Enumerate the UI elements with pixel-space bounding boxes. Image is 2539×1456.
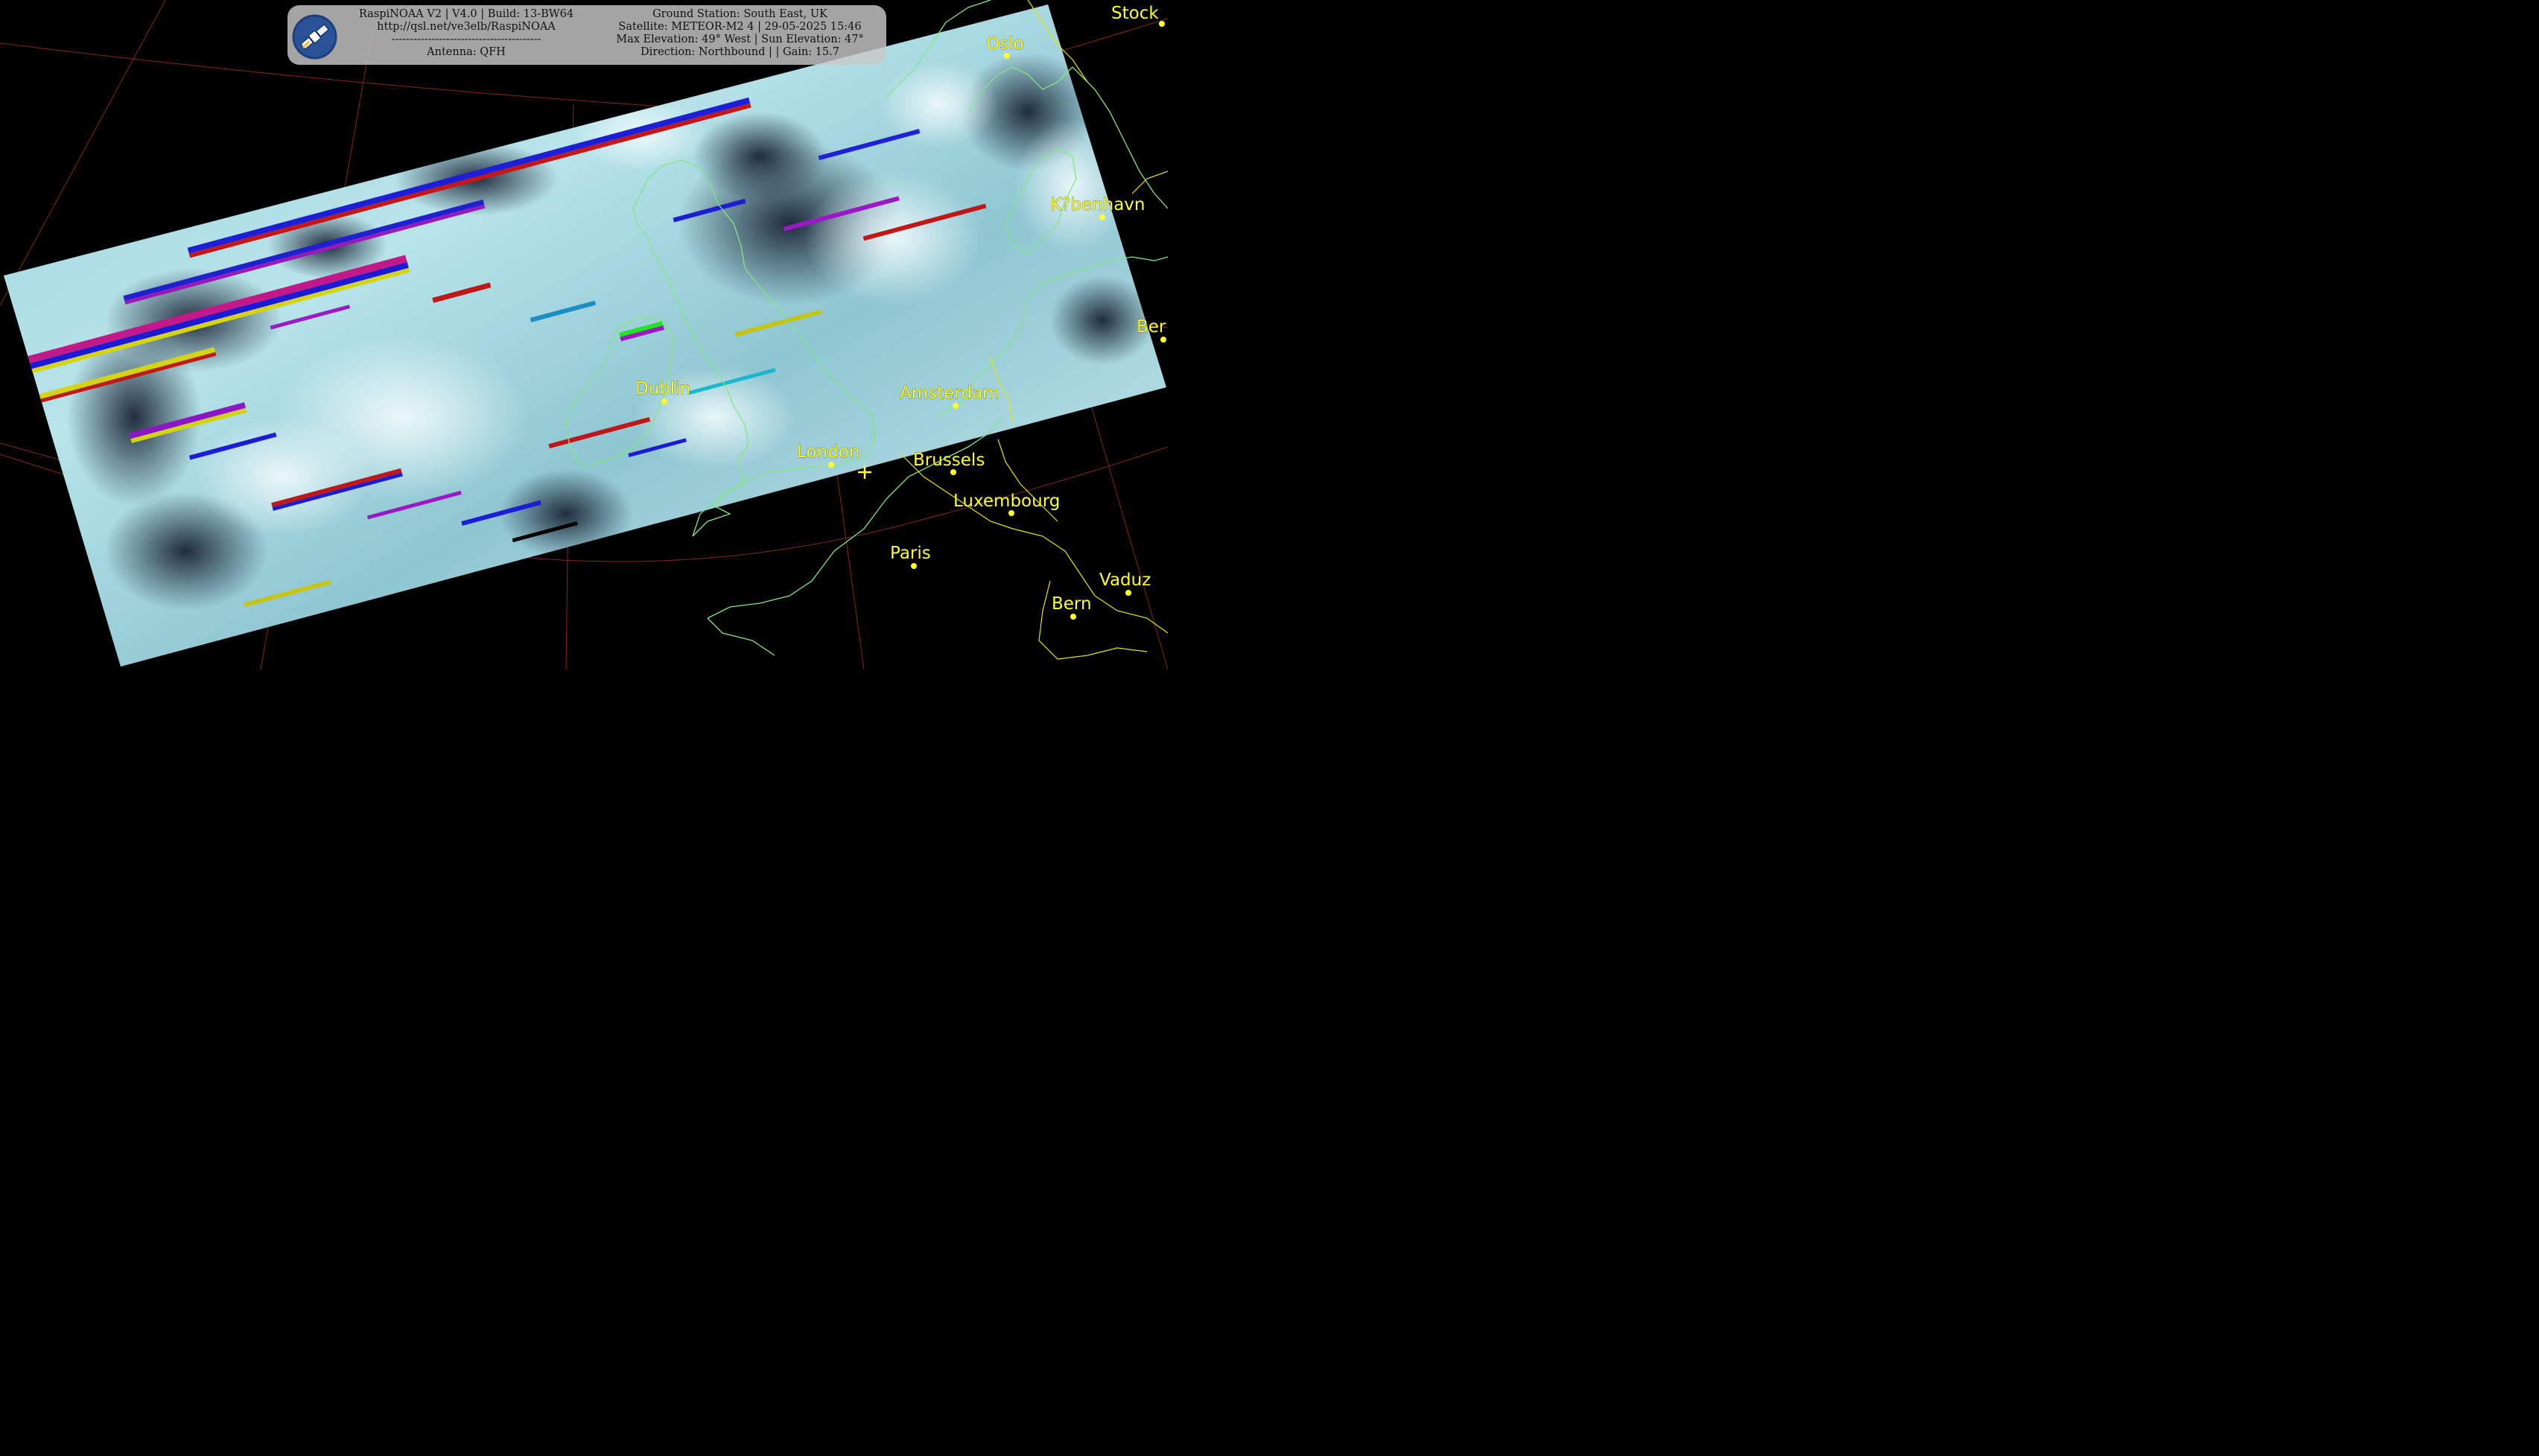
station-software-info: RaspiNOAA V2 | V4.0 | Build: 13-BW64 htt… bbox=[337, 8, 596, 59]
separator-line: ----------------------------------------… bbox=[391, 34, 541, 45]
city-label-dublin: Dublin bbox=[635, 379, 690, 398]
city-luxembourg: Luxembourg bbox=[953, 492, 1061, 516]
software-version: RaspiNOAA V2 | V4.0 | Build: 13-BW64 bbox=[358, 8, 574, 20]
pass-info-panel: RaspiNOAA V2 | V4.0 | Build: 13-BW64 htt… bbox=[287, 5, 886, 65]
city-vaduz: Vaduz bbox=[1099, 570, 1151, 596]
city-label-brussels: Brussels bbox=[913, 451, 985, 470]
map-canvas: Stock Oslo K?benhavn Ber Dublin Amsterda… bbox=[0, 0, 1168, 670]
city-label-berlin: Ber bbox=[1137, 317, 1166, 337]
city-paris: Paris bbox=[890, 544, 931, 569]
city-stockholm: Stock bbox=[1111, 4, 1165, 27]
pass-details: Ground Station: South East, UK Satellite… bbox=[600, 8, 880, 59]
elevation-info: Max Elevation: 49° West | Sun Elevation:… bbox=[616, 34, 864, 45]
city-label-luxembourg: Luxembourg bbox=[953, 492, 1060, 511]
satellite-image-view: Stock Oslo K?benhavn Ber Dublin Amsterda… bbox=[0, 0, 1168, 670]
satellite-logo-icon bbox=[292, 14, 337, 60]
city-label-london: London bbox=[797, 442, 859, 462]
city-label-stockholm: Stock bbox=[1111, 4, 1159, 23]
city-bern: Bern bbox=[1052, 594, 1092, 620]
ground-station: Ground Station: South East, UK bbox=[652, 8, 827, 20]
satellite-swath bbox=[4, 4, 1166, 667]
city-brussels: Brussels bbox=[913, 451, 985, 475]
city-label-paris: Paris bbox=[890, 544, 931, 563]
antenna-type: Antenna: QFH bbox=[427, 46, 506, 58]
direction-gain: Direction: Northbound | | Gain: 15.7 bbox=[641, 46, 839, 58]
city-label-amsterdam: Amsterdam bbox=[900, 384, 999, 403]
satellite-pass: Satellite: METEOR-M2 4 | 29-05-2025 15:4… bbox=[618, 21, 862, 33]
city-label-bern: Bern bbox=[1052, 594, 1092, 614]
city-label-kobenhavn: K?benhavn bbox=[1050, 195, 1145, 214]
project-url: http://qsl.net/ve3elb/RaspiNOAA bbox=[377, 21, 556, 33]
city-label-oslo: Oslo bbox=[986, 34, 1024, 54]
city-label-vaduz: Vaduz bbox=[1099, 570, 1151, 590]
